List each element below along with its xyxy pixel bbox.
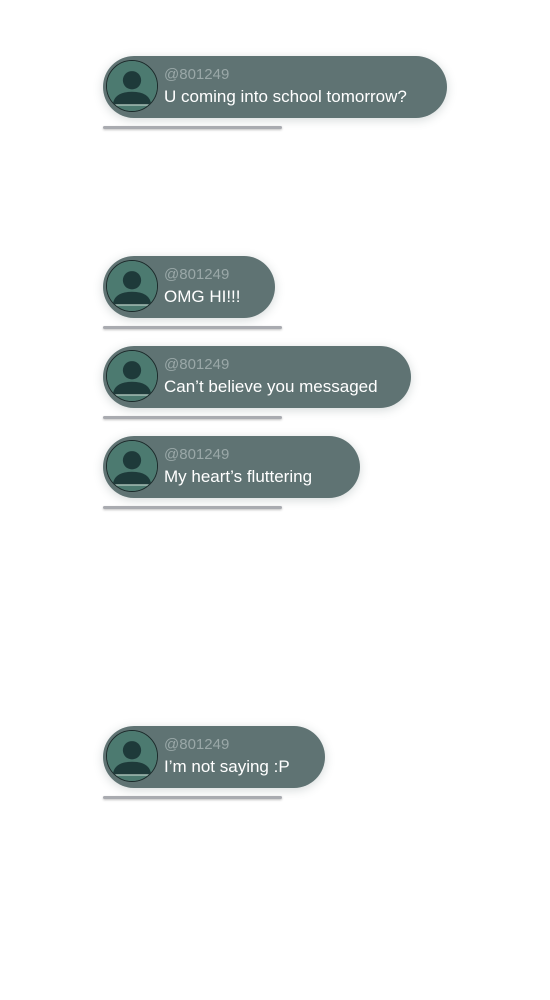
message-item[interactable]: @801249 Can’t believe you messaged	[103, 346, 411, 419]
message-bubble[interactable]: @801249 My heart’s fluttering	[103, 436, 360, 498]
message-item[interactable]: @801249 I’m not saying :P	[103, 726, 325, 799]
message-item[interactable]: @801249 OMG HI!!!	[103, 256, 282, 329]
avatar[interactable]	[106, 350, 158, 402]
message-divider	[103, 416, 282, 419]
message-bubble[interactable]: @801249 OMG HI!!!	[103, 256, 275, 318]
message-divider	[103, 326, 282, 329]
message-item[interactable]: @801249 U coming into school tomorrow?	[103, 56, 447, 129]
sender-handle[interactable]: @801249	[164, 736, 229, 754]
message-text: I’m not saying :P	[164, 757, 290, 776]
avatar[interactable]	[106, 730, 158, 782]
avatar[interactable]	[106, 60, 158, 112]
avatar[interactable]	[106, 260, 158, 312]
message-item[interactable]: @801249 My heart’s fluttering	[103, 436, 360, 509]
user-silhouette-icon	[107, 61, 157, 111]
message-bubble[interactable]: @801249 I’m not saying :P	[103, 726, 325, 788]
message-text: My heart’s fluttering	[164, 467, 313, 486]
message-divider	[103, 506, 282, 509]
user-silhouette-icon	[107, 261, 157, 311]
user-silhouette-icon	[107, 351, 157, 401]
message-text: U coming into school tomorrow?	[164, 87, 407, 106]
message-bubble[interactable]: @801249 U coming into school tomorrow?	[103, 56, 447, 118]
sender-handle[interactable]: @801249	[164, 66, 229, 84]
avatar[interactable]	[106, 440, 158, 492]
message-text: OMG HI!!!	[164, 287, 241, 306]
chat-screen: { "messages": [ { "handle": "@801249", "…	[0, 0, 550, 1000]
user-silhouette-icon	[107, 441, 157, 491]
message-divider	[103, 796, 282, 799]
message-bubble[interactable]: @801249 Can’t believe you messaged	[103, 346, 411, 408]
sender-handle[interactable]: @801249	[164, 446, 229, 464]
sender-handle[interactable]: @801249	[164, 266, 229, 284]
message-text: Can’t believe you messaged	[164, 377, 378, 396]
sender-handle[interactable]: @801249	[164, 356, 229, 374]
message-divider	[103, 126, 282, 129]
user-silhouette-icon	[107, 731, 157, 781]
